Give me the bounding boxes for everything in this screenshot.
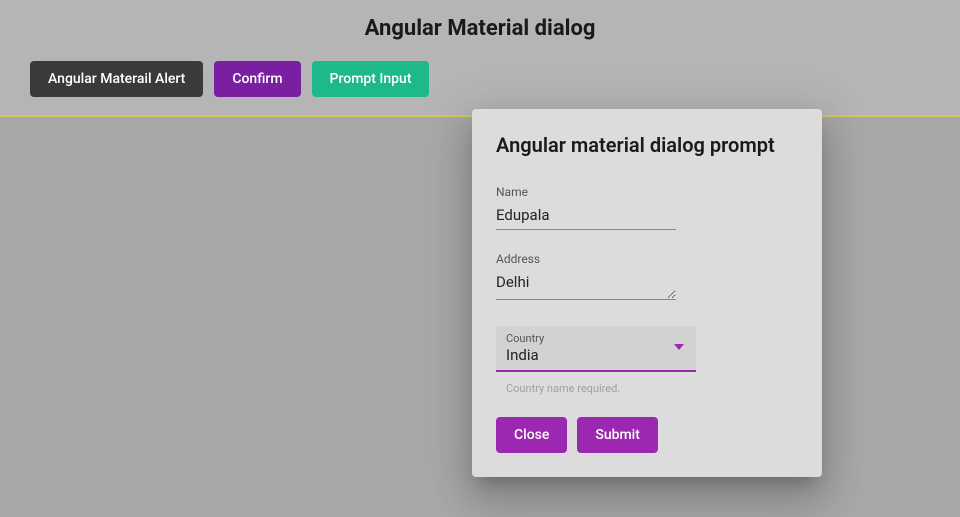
page-title: Angular Material dialog — [0, 8, 960, 41]
page-header: Angular Material dialog Angular Materail… — [0, 0, 960, 117]
button-row: Angular Materail Alert Confirm Prompt In… — [0, 61, 960, 97]
dialog-actions: Close Submit — [496, 417, 798, 453]
address-field: Address Delhi — [496, 252, 798, 304]
address-input[interactable]: Delhi — [496, 270, 676, 300]
address-label: Address — [496, 252, 798, 266]
name-field: Name — [496, 185, 798, 230]
country-value: India — [506, 346, 686, 370]
name-label: Name — [496, 185, 798, 199]
chevron-down-icon — [674, 344, 684, 350]
confirm-button[interactable]: Confirm — [214, 61, 300, 97]
country-select[interactable]: Country India — [496, 326, 696, 372]
submit-button[interactable]: Submit — [577, 417, 658, 453]
country-hint: Country name required. — [506, 382, 798, 395]
country-label: Country — [506, 332, 686, 345]
prompt-input-button[interactable]: Prompt Input — [312, 61, 430, 97]
name-input[interactable] — [496, 203, 676, 230]
alert-button[interactable]: Angular Materail Alert — [30, 61, 203, 97]
country-field: Country India Country name required. — [496, 326, 798, 395]
close-button[interactable]: Close — [496, 417, 567, 453]
dialog-title: Angular material dialog prompt — [496, 133, 798, 157]
prompt-dialog: Angular material dialog prompt Name Addr… — [472, 109, 822, 477]
